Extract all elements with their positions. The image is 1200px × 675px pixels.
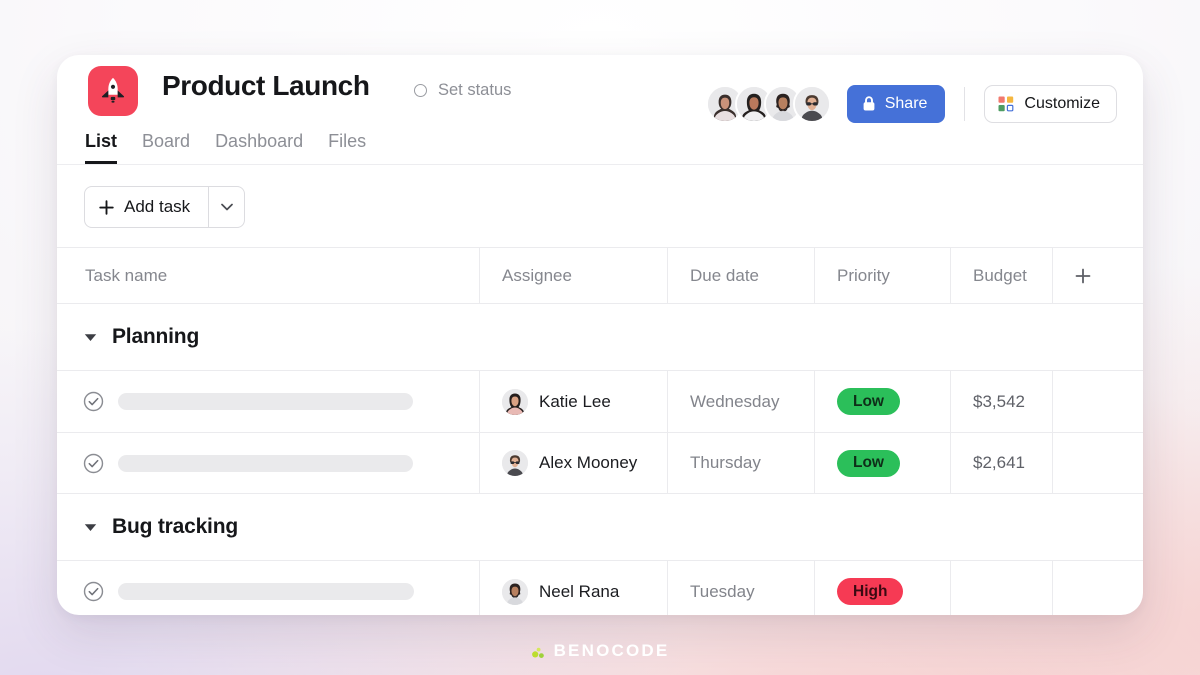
caret-down-icon[interactable] — [84, 523, 97, 532]
task-name-cell[interactable] — [57, 561, 479, 615]
task-name-placeholder — [118, 393, 413, 410]
budget-cell[interactable] — [950, 561, 1052, 615]
status-badge: Low — [837, 388, 900, 415]
avatar — [502, 450, 528, 476]
row-extra-cell — [1052, 371, 1142, 432]
customize-button[interactable]: Customize — [984, 85, 1117, 123]
avatar — [502, 578, 528, 605]
header-actions: Share Customize — [705, 85, 1117, 123]
column-header-budget[interactable]: Budget — [950, 248, 1052, 303]
caret-down-icon[interactable] — [84, 333, 97, 342]
header-divider — [964, 87, 966, 121]
task-name-cell[interactable] — [57, 433, 479, 493]
section-title: Planning — [112, 325, 200, 348]
list-toolbar: Add task — [57, 165, 1143, 247]
assignee-cell[interactable]: Neel Rana — [479, 561, 667, 615]
assignee-name: Neel Rana — [539, 581, 620, 601]
avatar[interactable] — [792, 85, 831, 123]
share-label: Share — [884, 95, 928, 112]
budget-cell[interactable]: $2,641 — [950, 433, 1052, 493]
due-date-cell[interactable]: Tuesday — [667, 561, 814, 615]
column-header-due-date[interactable]: Due date — [667, 248, 814, 303]
assignee-cell[interactable]: Alex Mooney — [479, 433, 667, 493]
app-header: Product Launch Set status Share Customiz… — [57, 55, 1143, 165]
add-task-label: Add task — [124, 197, 191, 216]
watermark: BENOCODE — [0, 641, 1200, 661]
section-header-planning[interactable]: Planning — [57, 304, 1143, 370]
priority-cell[interactable]: Low — [814, 433, 950, 493]
add-column-button[interactable] — [1052, 248, 1142, 303]
status-badge: High — [837, 578, 904, 605]
add-task-group: Add task — [84, 186, 246, 228]
check-circle-icon[interactable] — [83, 581, 104, 602]
check-circle-icon[interactable] — [83, 391, 104, 412]
section-title: Bug tracking — [112, 515, 238, 538]
benocode-mark-icon — [531, 647, 544, 658]
table-row[interactable]: Katie Lee Wednesday Low $3,542 — [57, 370, 1143, 432]
tab-list[interactable]: List — [85, 131, 118, 164]
budget-value: $3,542 — [973, 391, 1025, 411]
due-date-cell[interactable]: Thursday — [667, 433, 814, 493]
table-row[interactable]: Alex Mooney Thursday Low $2,641 — [57, 432, 1143, 494]
section-header-bug-tracking[interactable]: Bug tracking — [57, 494, 1143, 560]
assignee-name: Katie Lee — [539, 391, 611, 411]
share-button[interactable]: Share — [846, 85, 946, 123]
member-avatar-group[interactable] — [705, 85, 831, 123]
row-extra-cell — [1052, 433, 1142, 493]
tab-files[interactable]: Files — [328, 131, 366, 164]
table-header-row: Task name Assignee Due date Priority Bud… — [57, 247, 1143, 304]
add-task-dropdown-button[interactable] — [208, 187, 244, 227]
column-header-task-name[interactable]: Task name — [57, 248, 479, 303]
assignee-name: Alex Mooney — [539, 453, 638, 472]
task-name-cell[interactable] — [57, 371, 479, 432]
lock-icon — [863, 96, 875, 111]
watermark-text: BENOCODE — [553, 641, 670, 660]
priority-cell[interactable]: Low — [814, 371, 950, 432]
page-background: Product Launch Set status Share Customiz… — [0, 0, 1200, 675]
rocket-icon — [88, 66, 138, 116]
budget-value: $2,641 — [973, 453, 1025, 472]
customize-label: Customize — [1024, 95, 1100, 112]
check-circle-icon[interactable] — [83, 453, 104, 474]
avatar — [502, 388, 528, 415]
column-header-assignee[interactable]: Assignee — [479, 248, 667, 303]
set-status-label: Set status — [438, 81, 512, 99]
page-title: Product Launch — [162, 70, 370, 101]
circle-outline-icon — [414, 84, 427, 97]
table-row[interactable]: Neel Rana Tuesday High — [57, 560, 1143, 615]
plus-icon — [99, 199, 114, 215]
app-window-card: Product Launch Set status Share Customiz… — [57, 55, 1143, 615]
set-status-button[interactable]: Set status — [414, 81, 511, 100]
chevron-down-icon — [220, 203, 233, 211]
plus-icon — [1075, 268, 1091, 283]
tab-dashboard[interactable]: Dashboard — [215, 131, 303, 164]
status-badge: Low — [837, 449, 900, 477]
task-table: Task name Assignee Due date Priority Bud… — [57, 247, 1143, 615]
task-name-placeholder — [118, 583, 414, 600]
add-task-button[interactable]: Add task — [85, 187, 208, 227]
task-name-placeholder — [118, 454, 413, 472]
budget-cell[interactable]: $3,542 — [950, 371, 1052, 432]
priority-cell[interactable]: High — [814, 561, 950, 615]
due-date-cell[interactable]: Wednesday — [667, 371, 814, 432]
color-grid-icon — [998, 96, 1014, 112]
view-tabs: List Board Dashboard Files — [85, 131, 366, 164]
row-extra-cell — [1052, 561, 1142, 615]
column-header-priority[interactable]: Priority — [814, 248, 950, 303]
assignee-cell[interactable]: Katie Lee — [479, 371, 667, 432]
tab-board[interactable]: Board — [142, 131, 190, 164]
